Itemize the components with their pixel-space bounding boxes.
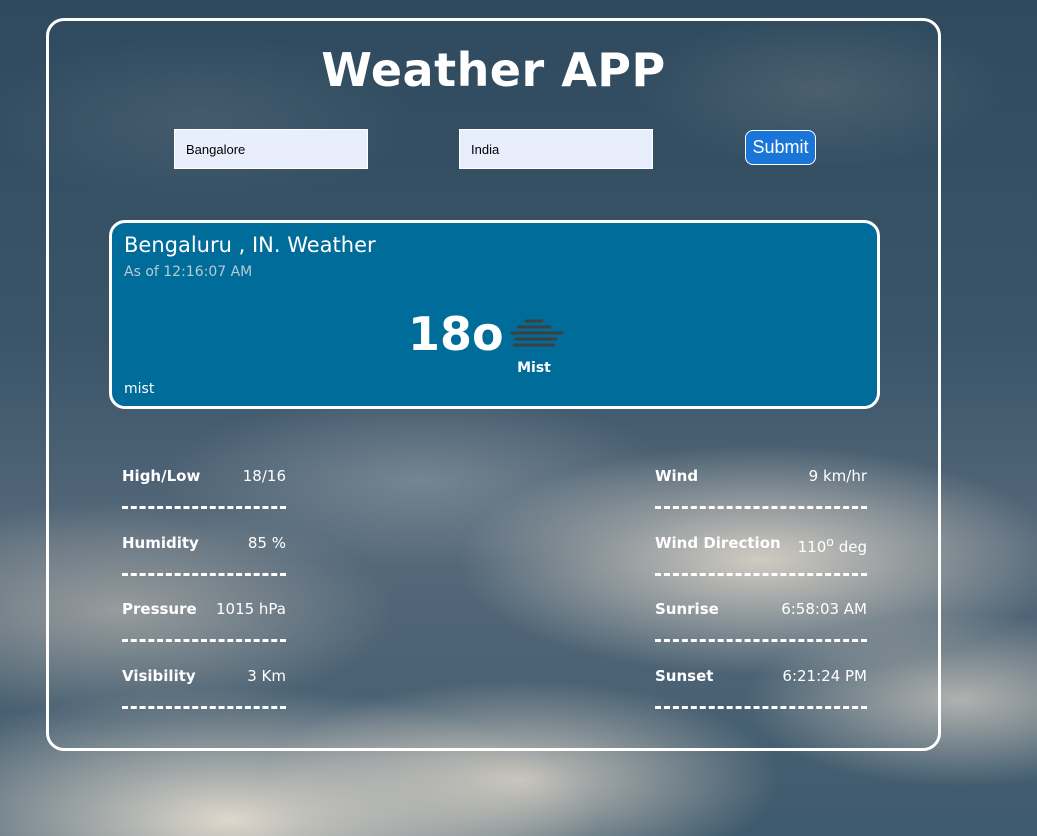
app-title: Weather APP [321, 43, 666, 97]
stat-value: 6:58:03 AM [781, 600, 867, 618]
stat-wind: Wind 9 km/hr [655, 467, 867, 509]
stat-value: 1015 hPa [215, 600, 286, 618]
wind-direction-number: 110 [797, 538, 827, 556]
mist-icon [510, 319, 564, 347]
stat-humidity: Humidity 85 % [122, 534, 286, 576]
stat-value: 9 km/hr [808, 467, 867, 485]
stat-label: Wind [655, 467, 699, 485]
stat-sunrise: Sunrise 6:58:03 AM [655, 600, 867, 642]
stat-label: Visibility [122, 667, 196, 685]
stat-high-low: High/Low 18/16 [122, 467, 286, 509]
stat-label: Pressure [122, 600, 197, 618]
stat-wind-direction: Wind Direction 110o deg [655, 534, 867, 576]
temperature-value: 18 [408, 307, 473, 361]
stat-value: 110o deg [798, 534, 867, 556]
stat-label: High/Low [122, 467, 201, 485]
city-input[interactable] [174, 129, 368, 169]
stat-visibility: Visibility 3 Km [122, 667, 286, 709]
stat-label: Sunset [655, 667, 714, 685]
current-weather-card: Bengaluru , IN. Weather As of 12:16:07 A… [109, 220, 880, 409]
degree-symbol: o [826, 534, 834, 549]
stat-sunset: Sunset 6:21:24 PM [655, 667, 867, 709]
stat-value: 6:21:24 PM [782, 667, 867, 685]
stat-value: 3 Km [247, 667, 286, 685]
stat-value: 18/16 [242, 467, 286, 485]
stat-value: 85 % [247, 534, 286, 552]
wind-direction-unit: deg [838, 538, 867, 556]
stat-label: Sunrise [655, 600, 719, 618]
temperature: 18o [408, 307, 504, 361]
as-of-time: As of 12:16:07 AM [124, 264, 253, 280]
degree-symbol: o [472, 307, 504, 361]
submit-button[interactable]: Submit [745, 130, 816, 165]
app-container: Weather APP Submit Bengaluru , IN. Weath… [46, 18, 941, 751]
stat-pressure: Pressure 1015 hPa [122, 600, 286, 642]
country-input[interactable] [459, 129, 653, 169]
stat-label: Wind Direction [655, 534, 781, 552]
stat-label: Humidity [122, 534, 199, 552]
condition-label: Mist [517, 360, 551, 376]
location-heading: Bengaluru , IN. Weather [124, 233, 376, 257]
weather-description: mist [124, 381, 155, 397]
